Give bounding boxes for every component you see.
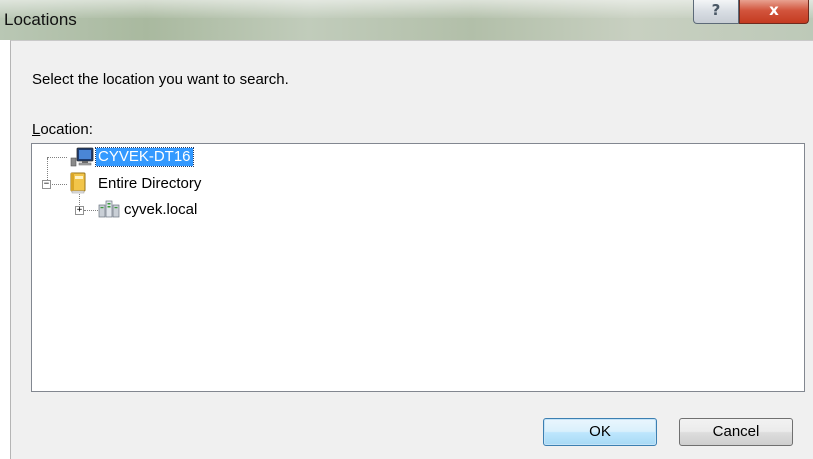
instruction-text: Select the location you want to search. [32, 71, 289, 88]
cancel-button[interactable]: Cancel [679, 418, 793, 446]
expand-toggle[interactable]: + [75, 206, 84, 215]
help-button[interactable]: ? [693, 0, 739, 24]
close-button[interactable]: x [739, 0, 809, 24]
tree-item-entire-directory[interactable]: Entire Directory [96, 174, 203, 194]
tree-item-label: cyvek.local [124, 201, 198, 218]
tree-item-computer[interactable]: CYVEK-DT16 [95, 147, 194, 167]
ok-button[interactable]: OK [543, 418, 657, 446]
locations-dialog: Locations ? x Select the location you wa… [0, 0, 813, 459]
location-label-text: ocation: [40, 121, 93, 138]
directory-book-icon [69, 172, 87, 194]
dialog-content: Select the location you want to search. … [10, 40, 813, 459]
tree-item-label: Entire Directory [98, 175, 202, 192]
location-tree[interactable]: CYVEK-DT16 − Entire Directory + cyvek.lo… [31, 143, 805, 392]
tree-connector [52, 184, 67, 185]
domain-icon [98, 199, 120, 219]
tree-connector [47, 157, 67, 158]
close-icon: x [769, 1, 779, 19]
tree-item-cyvek-local[interactable]: cyvek.local [122, 200, 199, 220]
help-icon: ? [711, 1, 721, 19]
tree-item-label: CYVEK-DT16 [95, 147, 194, 167]
location-label: Location: [32, 121, 93, 138]
title-bar[interactable]: Locations ? x [0, 0, 813, 40]
window-title: Locations [4, 10, 77, 29]
collapse-toggle[interactable]: − [42, 180, 51, 189]
computer-icon [70, 147, 94, 167]
